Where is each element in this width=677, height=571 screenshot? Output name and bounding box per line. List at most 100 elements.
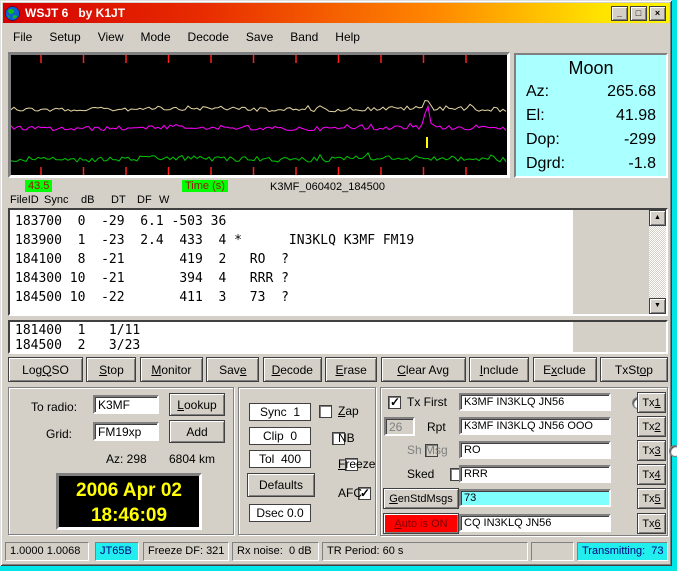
lookup-button[interactable]: Lookup — [169, 393, 225, 416]
menu-item-save[interactable]: Save — [238, 27, 282, 47]
tx1-button[interactable]: Tx 1 — [637, 392, 666, 413]
decode-header-sync: Sync — [44, 194, 69, 206]
maximize-button[interactable]: □ — [630, 5, 647, 21]
menu-bar: File Setup View Mode Decode Save Band Help — [3, 25, 669, 48]
minimize-button[interactable]: _ — [611, 5, 628, 21]
window-title: WSJT 6 by K1JT — [25, 6, 126, 20]
sync-control[interactable]: Sync 1 — [249, 403, 311, 421]
save-button[interactable]: Sav e — [206, 357, 260, 382]
tx4-button[interactable]: Tx 4 — [637, 464, 666, 485]
tx-message-6[interactable]: CQ IN3KLQ JN56 — [459, 514, 611, 532]
txstop-button[interactable]: TxSt o p — [599, 357, 668, 382]
rpt-label: Rpt — [427, 420, 446, 434]
distance-label: 6804 km — [169, 452, 216, 466]
decode-text-area[interactable]: 183700 0 -29 6.1 -503 36 183900 1 -23 2.… — [8, 208, 668, 316]
tx-select-radio-3[interactable] — [669, 445, 677, 457]
clear-avg-button[interactable]: Clear Avg — [380, 357, 466, 382]
utc-clock: 2006 Apr 02 18:46:09 — [56, 473, 202, 530]
add-button[interactable]: Add — [169, 420, 225, 443]
params-panel: Sync 1 Clip 0 Tol 400 Defaults Dsec 0.0 … — [238, 387, 376, 535]
scroll-up-icon[interactable]: ▲ — [649, 210, 666, 226]
rpt-input[interactable]: 26 — [384, 417, 415, 436]
scroll-down-icon[interactable]: ▼ — [649, 298, 666, 314]
app-globe-icon[interactable] — [5, 5, 20, 21]
tx-message-4[interactable]: RRR — [459, 465, 611, 483]
moon-panel: Moon Az: 265.68 El: 41.98 Dop: -299 Dgrd: -1… — [514, 53, 668, 178]
tx3-button[interactable]: Tx 3 — [637, 440, 666, 461]
nb-label: NB — [338, 431, 355, 445]
tx5-button[interactable]: Tx 5 — [637, 488, 666, 509]
sh-msg-label: Sh Msg — [407, 443, 448, 457]
decode-scrollbar[interactable]: ▲ ▼ — [649, 210, 666, 314]
erase-button[interactable]: Erase — [325, 357, 378, 382]
menu-item-view[interactable]: View — [90, 27, 133, 47]
tx6-button[interactable]: Tx 6 — [637, 513, 666, 534]
menu-item-band[interactable]: Band — [282, 27, 327, 47]
clock-time: 18:46:09 — [90, 505, 168, 526]
menu-item-file[interactable]: File — [5, 27, 41, 47]
monitor-button[interactable]: Monitor — [139, 357, 203, 382]
tx-message-2[interactable]: K3MF IN3KLQ JN56 OOO — [459, 417, 611, 435]
dsec-control[interactable]: Dsec 0.0 — [249, 504, 311, 522]
tx-panel: Tx First K3MF IN3KLQ JN56 Tx1 26 Rpt K3MF IN3… — [380, 387, 677, 536]
auto-is-on-button[interactable]: Auto is ON — [383, 513, 459, 534]
freeze-label: Freeze — [338, 457, 376, 471]
status-bar: 1.0000 1.0068 JT65B Freeze DF: 321 Rx noise… — [3, 542, 669, 562]
tol-control[interactable]: Tol 400 — [249, 450, 311, 468]
status-freeze-df: Freeze DF: 321 — [143, 542, 229, 561]
afc-label: AFC — [338, 486, 362, 500]
station-panel: To radio: K3MF Lookup Grid: FM19xp Add A… — [8, 387, 234, 535]
tx-first-label: Tx First — [407, 395, 447, 409]
status-sample-factor: 1.0000 1.0068 — [5, 542, 89, 561]
decode-header-df: DF — [137, 194, 152, 206]
title-bar[interactable]: WSJT 6 by K1JT _ □ × — [3, 3, 669, 23]
zap-label: Zap — [338, 404, 359, 418]
grid-input[interactable]: FM19xp — [93, 422, 159, 441]
clock-date: 2006 Apr 02 — [76, 480, 182, 501]
time-axis-label: Time (s) — [182, 180, 228, 192]
close-button[interactable]: × — [649, 5, 666, 21]
menu-item-mode[interactable]: Mode — [133, 27, 180, 47]
tx-message-3[interactable]: RO — [459, 441, 611, 459]
main-window: WSJT 6 by K1JT _ □ × File Setup View Mode De… — [0, 0, 677, 566]
tx-message-1[interactable]: K3MF IN3KLQ JN56 — [459, 393, 611, 411]
menu-item-setup[interactable]: Setup — [41, 27, 89, 47]
to-radio-label: To radio: — [31, 400, 78, 414]
spectrum-display[interactable] — [8, 52, 510, 178]
azimuth-label: Az: 298 — [106, 452, 147, 466]
moon-az-label: Az: — [526, 83, 550, 100]
status-rx-noise: Rx noise: 0 dB — [232, 542, 319, 561]
status-transmitting: Transmitting: 73 — [577, 542, 668, 561]
average-text-area[interactable]: 181400 1 1/11 184500 2 3/23 — [8, 320, 668, 354]
menu-item-help[interactable]: Help — [327, 27, 369, 47]
tx2-button[interactable]: Tx 2 — [637, 416, 666, 437]
stop-button[interactable]: Stop — [86, 357, 137, 382]
to-radio-input[interactable]: K3MF — [93, 395, 159, 414]
log-qso-button[interactable]: Log Q SO — [8, 357, 83, 382]
moon-title: Moon — [568, 58, 614, 78]
action-button-row: Log Q SO Stop Monitor Sav e Decode Erase Clear A… — [8, 357, 668, 382]
status-spacer — [531, 542, 574, 561]
grid-label: Grid: — [46, 427, 73, 441]
moon-dgrd-value: -1.8 — [628, 155, 656, 172]
zap-checkbox[interactable] — [319, 405, 332, 418]
graph-scale-label: 43.5 — [25, 180, 53, 192]
include-button[interactable]: Include — [469, 357, 530, 382]
clip-control[interactable]: Clip 0 — [249, 427, 311, 445]
genstdmsgs-button[interactable]: GenStdMsgs — [383, 488, 459, 509]
status-mode: JT65B — [95, 542, 139, 561]
exclude-button[interactable]: Ex clude — [532, 357, 597, 382]
decode-text: 183700 0 -29 6.1 -503 36 183900 1 -23 2.… — [15, 214, 415, 305]
decode-button[interactable]: Decode — [262, 357, 322, 382]
moon-dop-label: Dop: — [526, 131, 560, 148]
defaults-button[interactable]: Defaults — [247, 473, 315, 497]
wav-file-label: K3MF_060402_184500 — [270, 181, 385, 193]
tx-first-checkbox[interactable] — [388, 395, 401, 409]
menu-item-decode[interactable]: Decode — [180, 27, 238, 47]
decode-header-dt: DT — [111, 194, 126, 206]
moon-el-label: El: — [526, 107, 545, 124]
sked-label: Sked — [407, 467, 435, 481]
decode-header-fileid: FileID — [10, 194, 39, 206]
moon-az-value: 265.68 — [607, 83, 656, 100]
tx-message-5[interactable]: 73 — [459, 489, 611, 507]
